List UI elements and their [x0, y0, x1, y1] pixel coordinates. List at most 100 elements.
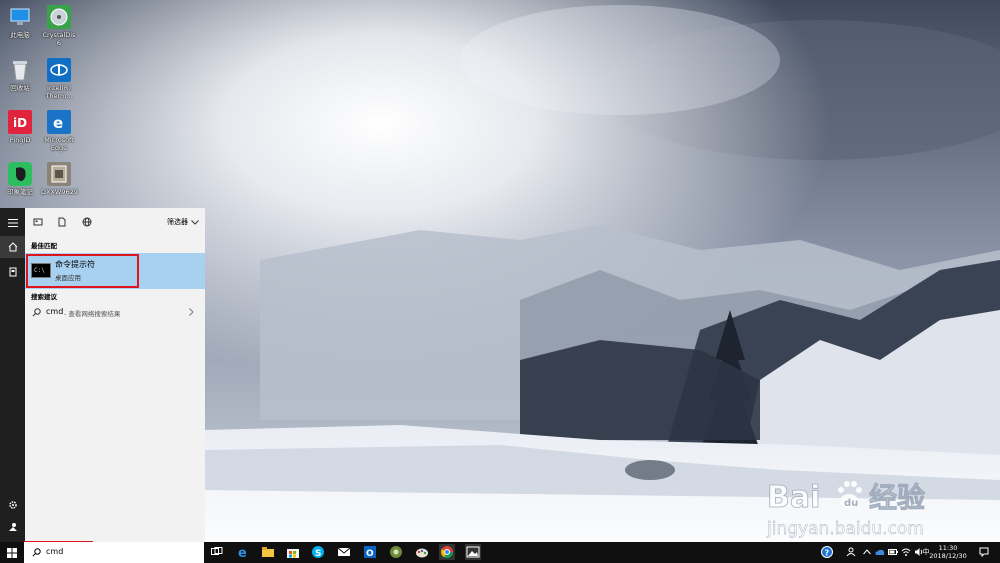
desktop-icon-label: CrystalDis 6 [42, 31, 76, 47]
filter-dropdown[interactable]: 筛选器 [167, 215, 199, 229]
wifi-icon [901, 548, 911, 556]
store-icon [287, 549, 299, 558]
desktop-icon-evernote[interactable]: 印象笔记 [2, 162, 38, 196]
desktop-icon-label: 此电脑 [10, 31, 30, 39]
taskbar-explorer-button[interactable] [260, 544, 276, 560]
document-icon [58, 217, 66, 227]
tray-people-button[interactable] [846, 547, 856, 557]
paint-icon [416, 548, 428, 558]
tray-help-button[interactable]: ? [820, 545, 834, 559]
hamburger-menu-button[interactable] [0, 212, 25, 234]
computer-icon [8, 5, 32, 29]
edge-icon: e [238, 546, 247, 559]
svg-text:e: e [53, 114, 63, 132]
svg-text:O: O [366, 549, 374, 559]
svg-text:e: e [238, 546, 247, 559]
recycle-bin-icon [8, 58, 32, 82]
scope-apps-button[interactable] [31, 215, 45, 229]
tray-overflow-button[interactable] [862, 547, 872, 557]
tray-battery-button[interactable] [888, 547, 898, 557]
desktop-icon-edge[interactable]: e Microsoft Edge [41, 110, 77, 152]
skype-icon: S [312, 546, 324, 559]
settings-button[interactable] [0, 494, 25, 516]
tray-network-button[interactable] [901, 547, 911, 557]
help-icon: ? [821, 546, 833, 558]
desktop-icon-crystaldisk[interactable]: CrystalDis 6 [41, 5, 77, 47]
scope-web-button[interactable] [80, 215, 94, 229]
taskbar-search-box[interactable]: cmd [24, 542, 204, 563]
notification-icon [979, 547, 989, 557]
chrome-icon [440, 546, 453, 559]
desktop-icon-file[interactable]: DXXW9629 [41, 162, 78, 196]
windows-logo-icon [7, 547, 17, 558]
desktop-icon-pingid[interactable]: iD PingID [2, 110, 38, 144]
svg-text:du: du [844, 498, 858, 509]
desktop-icon-recycle-bin[interactable]: 回收站 [2, 58, 38, 92]
desktop-icon-label: 印象笔记 [7, 188, 33, 196]
svg-text:经验: 经验 [869, 481, 925, 514]
watermark-url: jingyan.baidu.com [766, 519, 924, 539]
tray-onedrive-button[interactable] [875, 547, 885, 557]
desktop-icon-intel-thermal[interactable]: Intel(R) Therm... [41, 58, 77, 100]
search-suggestion[interactable]: cmd - 查看网络搜索结果 [25, 304, 205, 320]
globe-icon [82, 217, 92, 227]
file-icon [47, 162, 71, 186]
taskbar-store-button[interactable] [285, 544, 301, 560]
svg-text:?: ? [825, 549, 830, 558]
file-explorer-icon [262, 547, 274, 557]
intel-thermal-icon [47, 58, 71, 82]
task-view-icon [211, 547, 223, 555]
hamburger-icon [7, 219, 18, 227]
taskbar-outlook-button[interactable]: O [362, 544, 378, 560]
chevron-down-icon [191, 219, 199, 225]
taskbar-skype-button[interactable]: S [310, 544, 326, 560]
baidu-watermark: Bai du 经验 jingyan.baidu.com [765, 473, 965, 543]
desktop-icon-label: Intel(R) Therm... [45, 84, 73, 100]
scope-documents-button[interactable] [55, 215, 69, 229]
desktop-icon-label: 回收站 [10, 84, 30, 92]
user-icon [8, 523, 17, 531]
taskbar-chrome-button[interactable] [439, 544, 455, 560]
pingid-icon: iD [8, 110, 32, 134]
gear-icon [8, 501, 17, 509]
apps-icon [33, 218, 43, 226]
suggestions-header: 搜索建议 [31, 293, 57, 301]
clock-time: 11:30 [938, 544, 958, 552]
taskbar-app-button[interactable] [388, 544, 404, 560]
home-icon [8, 242, 17, 252]
search-input[interactable]: cmd [46, 547, 63, 556]
documents-button[interactable] [0, 261, 25, 283]
chevron-right-icon [189, 308, 194, 316]
taskbar: cmd e S O ? 中 11:30 2018/12/30 [0, 542, 1000, 563]
svg-text:iD: iD [13, 116, 27, 130]
start-button[interactable] [0, 542, 24, 563]
cloud-icon [875, 549, 885, 555]
svg-text:Bai: Bai [767, 480, 820, 515]
outlook-icon: O [364, 546, 376, 559]
taskbar-clock[interactable]: 11:30 2018/12/30 [928, 544, 968, 560]
start-menu-rail [0, 208, 25, 542]
search-icon [32, 548, 41, 557]
taskbar-photos-button[interactable] [465, 544, 481, 560]
mail-icon [337, 547, 351, 556]
edge-icon: e [47, 110, 71, 134]
taskbar-paint-button[interactable] [414, 544, 430, 560]
task-view-button[interactable] [209, 544, 225, 560]
desktop-icon-label: DXXW9629 [41, 188, 78, 196]
suggestion-term: cmd [46, 307, 64, 316]
taskbar-mail-button[interactable] [336, 544, 352, 560]
crystaldisk-icon [47, 5, 71, 29]
chevron-up-icon [863, 549, 871, 555]
desktop-icon-this-pc[interactable]: 此电脑 [2, 5, 38, 39]
search-scope-toolbar: 筛选器 [25, 208, 205, 236]
photos-icon [466, 546, 480, 558]
battery-icon [888, 549, 898, 555]
desktop-icon-label: PingID [9, 136, 31, 144]
action-center-button[interactable] [979, 547, 989, 557]
home-button[interactable] [0, 236, 25, 258]
power-user-button[interactable] [0, 516, 25, 538]
people-icon [846, 547, 856, 557]
evernote-icon [8, 162, 32, 186]
desktop-icon-label: Microsoft Edge [44, 136, 74, 152]
taskbar-edge-button[interactable]: e [235, 544, 251, 560]
